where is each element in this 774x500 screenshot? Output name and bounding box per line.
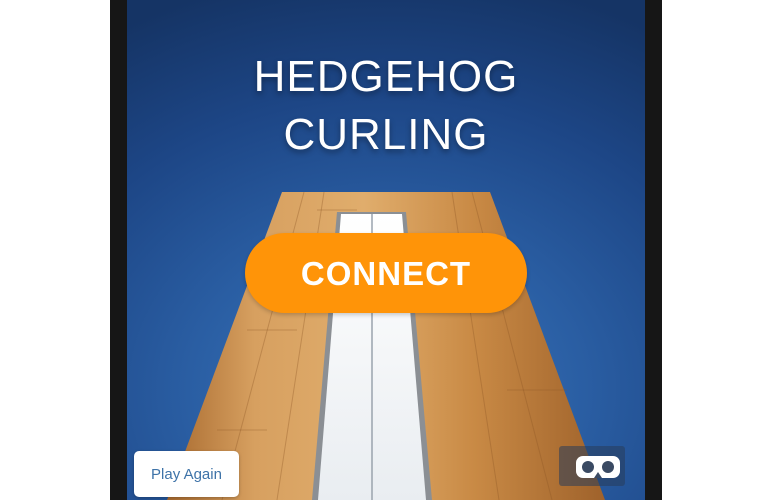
game-screen: HEDGEHOG CURLING CONNECT Play Again xyxy=(127,0,645,500)
play-again-button[interactable]: Play Again xyxy=(134,451,239,497)
page: HEDGEHOG CURLING CONNECT Play Again xyxy=(0,0,774,500)
vr-mode-button[interactable] xyxy=(559,446,625,486)
game-title-line-1: HEDGEHOG xyxy=(253,52,519,101)
game-title-line-2: CURLING xyxy=(283,110,489,159)
connect-button[interactable]: CONNECT xyxy=(245,233,527,313)
vr-headset-icon xyxy=(576,456,620,478)
game-title: HEDGEHOG CURLING xyxy=(127,48,645,164)
